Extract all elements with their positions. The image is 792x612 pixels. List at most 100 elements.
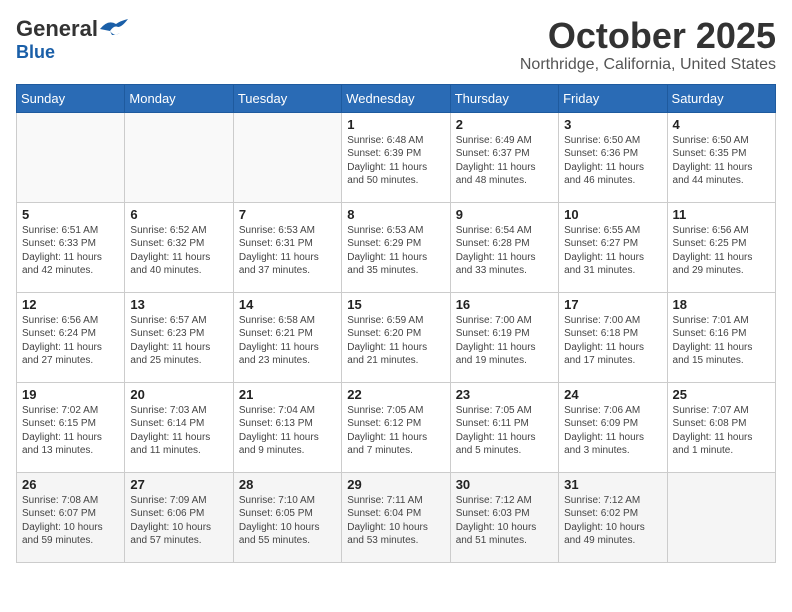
day-info: Sunrise: 7:12 AM Sunset: 6:03 PM Dayligh… — [456, 494, 553, 548]
day-info: Sunrise: 6:54 AM Sunset: 6:28 PM Dayligh… — [456, 224, 553, 278]
day-info: Sunrise: 6:55 AM Sunset: 6:27 PM Dayligh… — [564, 224, 661, 278]
day-number: 28 — [239, 477, 336, 492]
calendar-cell: 2 Sunrise: 6:49 AM Sunset: 6:37 PM Daylig… — [450, 112, 558, 202]
day-number: 29 — [347, 477, 444, 492]
calendar-cell: 15 Sunrise: 6:59 AM Sunset: 6:20 PM Dayli… — [342, 292, 450, 382]
day-info: Sunrise: 6:59 AM Sunset: 6:20 PM Dayligh… — [347, 314, 444, 368]
day-info: Sunrise: 6:52 AM Sunset: 6:32 PM Dayligh… — [130, 224, 227, 278]
calendar-cell — [233, 112, 341, 202]
day-info: Sunrise: 7:01 AM Sunset: 6:16 PM Dayligh… — [673, 314, 770, 368]
weekday-header-tuesday: Tuesday — [233, 84, 341, 112]
day-number: 26 — [22, 477, 119, 492]
day-number: 31 — [564, 477, 661, 492]
day-info: Sunrise: 6:56 AM Sunset: 6:25 PM Dayligh… — [673, 224, 770, 278]
calendar-cell — [17, 112, 125, 202]
day-info: Sunrise: 7:02 AM Sunset: 6:15 PM Dayligh… — [22, 404, 119, 458]
day-number: 24 — [564, 387, 661, 402]
calendar-cell: 10 Sunrise: 6:55 AM Sunset: 6:27 PM Dayli… — [559, 202, 667, 292]
day-number: 14 — [239, 297, 336, 312]
day-number: 12 — [22, 297, 119, 312]
day-info: Sunrise: 6:50 AM Sunset: 6:36 PM Dayligh… — [564, 134, 661, 188]
week-row-5: 26Sunrise: 7:08 AM Sunset: 6:07 PM Dayli… — [17, 472, 776, 562]
calendar-cell: 14 Sunrise: 6:58 AM Sunset: 6:21 PM Dayli… — [233, 292, 341, 382]
day-number: 2 — [456, 117, 553, 132]
day-number: 18 — [673, 297, 770, 312]
calendar-cell: 7 Sunrise: 6:53 AM Sunset: 6:31 PM Daylig… — [233, 202, 341, 292]
day-number: 7 — [239, 207, 336, 222]
day-info: Sunrise: 6:49 AM Sunset: 6:37 PM Dayligh… — [456, 134, 553, 188]
month-title: October 2025 — [520, 16, 776, 56]
page-header: General Blue October 2025 Northridge, Ca… — [16, 16, 776, 74]
calendar-cell: 18 Sunrise: 7:01 AM Sunset: 6:16 PM Dayli… — [667, 292, 775, 382]
calendar-cell: 20 Sunrise: 7:03 AM Sunset: 6:14 PM Dayli… — [125, 382, 233, 472]
day-number: 10 — [564, 207, 661, 222]
day-number: 20 — [130, 387, 227, 402]
day-info: Sunrise: 7:07 AM Sunset: 6:08 PM Dayligh… — [673, 404, 770, 458]
calendar-cell: 1 Sunrise: 6:48 AM Sunset: 6:39 PM Daylig… — [342, 112, 450, 202]
day-number: 11 — [673, 207, 770, 222]
day-number: 1 — [347, 117, 444, 132]
day-info: Sunrise: 6:58 AM Sunset: 6:21 PM Dayligh… — [239, 314, 336, 368]
week-row-2: 5 Sunrise: 6:51 AM Sunset: 6:33 PM Daylig… — [17, 202, 776, 292]
day-info: Sunrise: 6:57 AM Sunset: 6:23 PM Dayligh… — [130, 314, 227, 368]
calendar-table: SundayMondayTuesdayWednesdayThursdayFrid… — [16, 84, 776, 563]
calendar-cell: 21 Sunrise: 7:04 AM Sunset: 6:13 PM Dayli… — [233, 382, 341, 472]
day-info: Sunrise: 7:00 AM Sunset: 6:19 PM Dayligh… — [456, 314, 553, 368]
day-info: Sunrise: 7:12 AM Sunset: 6:02 PM Dayligh… — [564, 494, 661, 548]
weekday-header-thursday: Thursday — [450, 84, 558, 112]
calendar-cell: 29 Sunrise: 7:11 AM Sunset: 6:04 PM Dayli… — [342, 472, 450, 562]
logo-bird-icon — [100, 19, 128, 39]
calendar-cell: 19 Sunrise: 7:02 AM Sunset: 6:15 PM Dayli… — [17, 382, 125, 472]
calendar-cell: 28 Sunrise: 7:10 AM Sunset: 6:05 PM Dayli… — [233, 472, 341, 562]
calendar-cell — [125, 112, 233, 202]
day-info: Sunrise: 6:53 AM Sunset: 6:31 PM Dayligh… — [239, 224, 336, 278]
day-info: Sunrise: 6:48 AM Sunset: 6:39 PM Dayligh… — [347, 134, 444, 188]
day-info: Sunrise: 7:00 AM Sunset: 6:18 PM Dayligh… — [564, 314, 661, 368]
week-row-4: 19 Sunrise: 7:02 AM Sunset: 6:15 PM Dayli… — [17, 382, 776, 472]
day-number: 15 — [347, 297, 444, 312]
weekday-header-monday: Monday — [125, 84, 233, 112]
day-number: 6 — [130, 207, 227, 222]
calendar-cell: 13 Sunrise: 6:57 AM Sunset: 6:23 PM Dayli… — [125, 292, 233, 382]
day-info: Sunrise: 7:06 AM Sunset: 6:09 PM Dayligh… — [564, 404, 661, 458]
day-info: Sunrise: 6:51 AM Sunset: 6:33 PM Dayligh… — [22, 224, 119, 278]
day-info: Sunrise: 6:50 AM Sunset: 6:35 PM Dayligh… — [673, 134, 770, 188]
calendar-cell: 17Sunrise: 7:00 AM Sunset: 6:18 PM Dayli… — [559, 292, 667, 382]
calendar-cell: 3 Sunrise: 6:50 AM Sunset: 6:36 PM Daylig… — [559, 112, 667, 202]
calendar-cell: 12 Sunrise: 6:56 AM Sunset: 6:24 PM Dayli… — [17, 292, 125, 382]
day-number: 4 — [673, 117, 770, 132]
weekday-header-row: SundayMondayTuesdayWednesdayThursdayFrid… — [17, 84, 776, 112]
logo: General Blue — [16, 16, 128, 63]
week-row-3: 12 Sunrise: 6:56 AM Sunset: 6:24 PM Dayli… — [17, 292, 776, 382]
weekday-header-sunday: Sunday — [17, 84, 125, 112]
calendar-cell: 30 Sunrise: 7:12 AM Sunset: 6:03 PM Dayli… — [450, 472, 558, 562]
calendar-cell: 31 Sunrise: 7:12 AM Sunset: 6:02 PM Dayli… — [559, 472, 667, 562]
day-number: 19 — [22, 387, 119, 402]
calendar-cell — [667, 472, 775, 562]
week-row-1: 1 Sunrise: 6:48 AM Sunset: 6:39 PM Daylig… — [17, 112, 776, 202]
day-number: 21 — [239, 387, 336, 402]
day-info: Sunrise: 7:09 AM Sunset: 6:06 PM Dayligh… — [130, 494, 227, 548]
calendar-cell: 11 Sunrise: 6:56 AM Sunset: 6:25 PM Dayli… — [667, 202, 775, 292]
day-number: 27 — [130, 477, 227, 492]
calendar-cell: 8Sunrise: 6:53 AM Sunset: 6:29 PM Daylig… — [342, 202, 450, 292]
day-number: 5 — [22, 207, 119, 222]
calendar-cell: 27 Sunrise: 7:09 AM Sunset: 6:06 PM Dayli… — [125, 472, 233, 562]
day-number: 22 — [347, 387, 444, 402]
day-number: 9 — [456, 207, 553, 222]
day-info: Sunrise: 7:03 AM Sunset: 6:14 PM Dayligh… — [130, 404, 227, 458]
day-info: Sunrise: 7:05 AM Sunset: 6:11 PM Dayligh… — [456, 404, 553, 458]
day-info: Sunrise: 7:05 AM Sunset: 6:12 PM Dayligh… — [347, 404, 444, 458]
day-number: 25 — [673, 387, 770, 402]
day-info: Sunrise: 7:10 AM Sunset: 6:05 PM Dayligh… — [239, 494, 336, 548]
day-info: Sunrise: 7:04 AM Sunset: 6:13 PM Dayligh… — [239, 404, 336, 458]
calendar-cell: 24 Sunrise: 7:06 AM Sunset: 6:09 PM Dayli… — [559, 382, 667, 472]
weekday-header-wednesday: Wednesday — [342, 84, 450, 112]
day-number: 23 — [456, 387, 553, 402]
day-number: 30 — [456, 477, 553, 492]
day-info: Sunrise: 6:56 AM Sunset: 6:24 PM Dayligh… — [22, 314, 119, 368]
day-number: 3 — [564, 117, 661, 132]
day-number: 13 — [130, 297, 227, 312]
day-info: Sunrise: 7:11 AM Sunset: 6:04 PM Dayligh… — [347, 494, 444, 548]
day-number: 16 — [456, 297, 553, 312]
